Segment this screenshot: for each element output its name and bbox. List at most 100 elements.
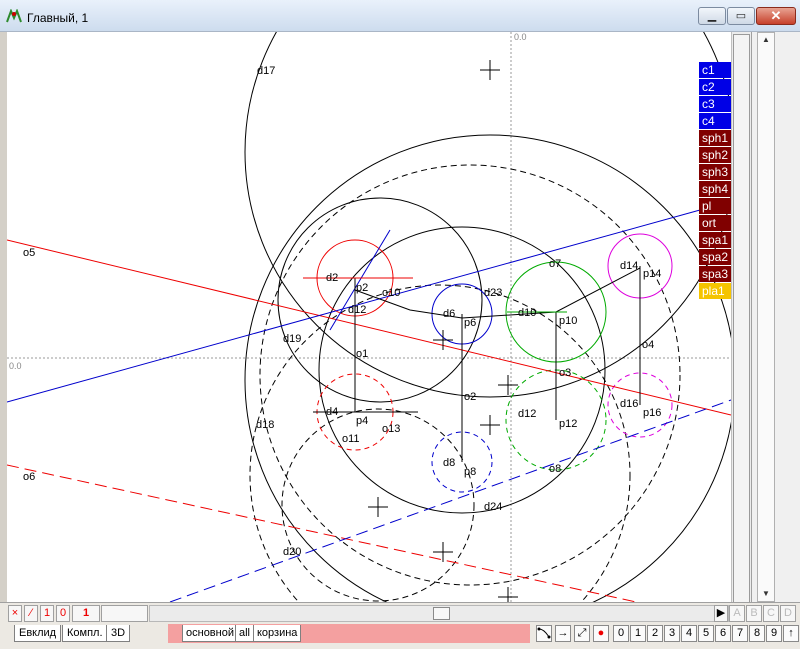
letter-c-button[interactable]: C — [763, 605, 779, 622]
label-p14[interactable]: p14 — [643, 268, 661, 280]
counter-field[interactable]: 1 — [72, 605, 100, 622]
layer-item[interactable]: c2 — [699, 79, 731, 95]
close-button[interactable]: ✕ — [756, 7, 796, 25]
minimize-button[interactable]: ▁ — [698, 7, 726, 25]
label-o13[interactable]: o13 — [382, 423, 400, 435]
label-o2[interactable]: o2 — [464, 391, 476, 403]
layer-item[interactable]: c1 — [699, 62, 731, 78]
label-o5[interactable]: o5 — [23, 247, 35, 259]
label-d12-lower[interactable]: d12 — [518, 408, 536, 420]
scroll-down-icon[interactable]: ▼ — [758, 587, 774, 601]
right-panel-scrollbar[interactable]: ▲ ▼ — [757, 32, 775, 602]
layer-item[interactable]: c3 — [699, 96, 731, 112]
number-button[interactable]: 3 — [664, 625, 680, 642]
blank-field[interactable] — [101, 605, 148, 622]
tab-trash[interactable]: корзина — [253, 625, 302, 642]
label-o11[interactable]: o11 — [342, 433, 360, 445]
layer-item[interactable]: sph1 — [699, 130, 731, 146]
number-button[interactable]: 4 — [681, 625, 697, 642]
label-o6[interactable]: o6 — [23, 471, 35, 483]
layer-item[interactable]: spa1 — [699, 232, 731, 248]
layer-item[interactable]: ort — [699, 215, 731, 231]
layer-item[interactable]: sph2 — [699, 147, 731, 163]
label-o4[interactable]: o4 — [642, 339, 654, 351]
letter-d-button[interactable]: D — [780, 605, 796, 622]
label-d14[interactable]: d14 — [620, 260, 638, 272]
label-d16[interactable]: d16 — [620, 398, 638, 410]
layer-item[interactable]: c4 — [699, 113, 731, 129]
layer-item[interactable]: sph3 — [699, 164, 731, 180]
tab-main[interactable]: основной — [182, 625, 238, 642]
label-d6[interactable]: d6 — [443, 308, 455, 320]
tab-all[interactable]: all — [235, 625, 255, 642]
arrow-right-icon[interactable]: → — [555, 625, 571, 642]
label-p8[interactable]: p8 — [464, 466, 476, 478]
maximize-button[interactable]: ▭ — [727, 7, 755, 25]
zero-button[interactable]: 0 — [56, 605, 70, 622]
line-blue-dashed[interactable] — [169, 399, 731, 602]
number-button[interactable]: 7 — [732, 625, 748, 642]
label-d23[interactable]: d23 — [484, 287, 502, 299]
circle-d17[interactable] — [244, 32, 731, 398]
scroll-up-icon[interactable]: ▲ — [758, 33, 774, 47]
construction-drawing[interactable]: 0.0 0.0 d17 o5 o6 d2 p2 o10 d12 d19 d6 p… — [7, 32, 731, 602]
label-o7[interactable]: o7 — [549, 258, 561, 270]
label-p16[interactable]: p16 — [643, 407, 661, 419]
circle-d19[interactable] — [244, 134, 731, 602]
label-d12-upper[interactable]: d12 — [348, 304, 366, 316]
vertical-scroll-thumb[interactable] — [733, 34, 750, 612]
label-o8[interactable]: o8 — [549, 463, 561, 475]
number-button[interactable]: 9 — [766, 625, 782, 642]
scroll-right-icon[interactable]: ▶ — [714, 605, 728, 622]
label-d8[interactable]: d8 — [443, 457, 455, 469]
vertical-scrollbar[interactable] — [731, 32, 751, 612]
horizontal-scroll-thumb[interactable] — [433, 607, 450, 620]
label-d17[interactable]: d17 — [257, 65, 275, 77]
label-p10[interactable]: p10 — [559, 315, 577, 327]
number-button[interactable]: 2 — [647, 625, 663, 642]
horizontal-scrollbar[interactable] — [149, 605, 729, 622]
circle-d18[interactable] — [259, 164, 681, 586]
label-d18[interactable]: d18 — [256, 419, 274, 431]
maximize-icon: ▭ — [735, 10, 747, 22]
label-p2[interactable]: p2 — [356, 282, 368, 294]
label-o1[interactable]: o1 — [356, 348, 368, 360]
label-d20[interactable]: d20 — [283, 546, 301, 558]
layer-item[interactable]: spa2 — [699, 249, 731, 265]
diagonal-arrow-icon[interactable]: ⤢ — [574, 625, 590, 642]
layer-item[interactable]: spa3 — [699, 266, 731, 282]
drawing-canvas[interactable]: 0.0 0.0 d17 o5 o6 d2 p2 o10 d12 d19 d6 p… — [7, 32, 731, 602]
number-button[interactable]: 8 — [749, 625, 765, 642]
number-button[interactable]: 1 — [630, 625, 646, 642]
label-o10[interactable]: o10 — [382, 287, 400, 299]
layer-item[interactable]: sph4 — [699, 181, 731, 197]
number-button[interactable]: 5 — [698, 625, 714, 642]
label-d4[interactable]: d4 — [326, 406, 338, 418]
label-p12[interactable]: p12 — [559, 418, 577, 430]
label-d2[interactable]: d2 — [326, 272, 338, 284]
tab-complex[interactable]: Компл. — [62, 625, 108, 642]
slash-button[interactable]: ⁄ — [24, 605, 38, 622]
one-button[interactable]: 1 — [40, 605, 54, 622]
label-p6[interactable]: p6 — [464, 317, 476, 329]
label-d19[interactable]: d19 — [283, 333, 301, 345]
letter-a-button[interactable]: A — [729, 605, 745, 622]
number-button[interactable]: 0 — [613, 625, 629, 642]
number-button[interactable]: ↑ — [783, 625, 799, 642]
label-d10[interactable]: d10 — [518, 307, 536, 319]
letter-b-button[interactable]: B — [746, 605, 762, 622]
label-o3[interactable]: o3 — [559, 367, 571, 379]
label-p4[interactable]: p4 — [356, 415, 368, 427]
page-tabs: основной all корзина — [168, 624, 530, 643]
layer-item[interactable]: pla1 — [699, 283, 731, 299]
curve-tool-icon[interactable] — [536, 625, 552, 642]
line-o6[interactable] — [7, 464, 650, 602]
record-dot-icon[interactable]: ● — [593, 625, 609, 642]
circle-d20[interactable] — [249, 284, 631, 602]
label-d24[interactable]: d24 — [484, 501, 502, 513]
clear-button[interactable]: × — [8, 605, 22, 622]
tab-3d[interactable]: 3D — [106, 625, 131, 642]
layer-item[interactable]: pl — [699, 198, 731, 214]
number-button[interactable]: 6 — [715, 625, 731, 642]
tab-euclid[interactable]: Евклид — [14, 625, 62, 642]
